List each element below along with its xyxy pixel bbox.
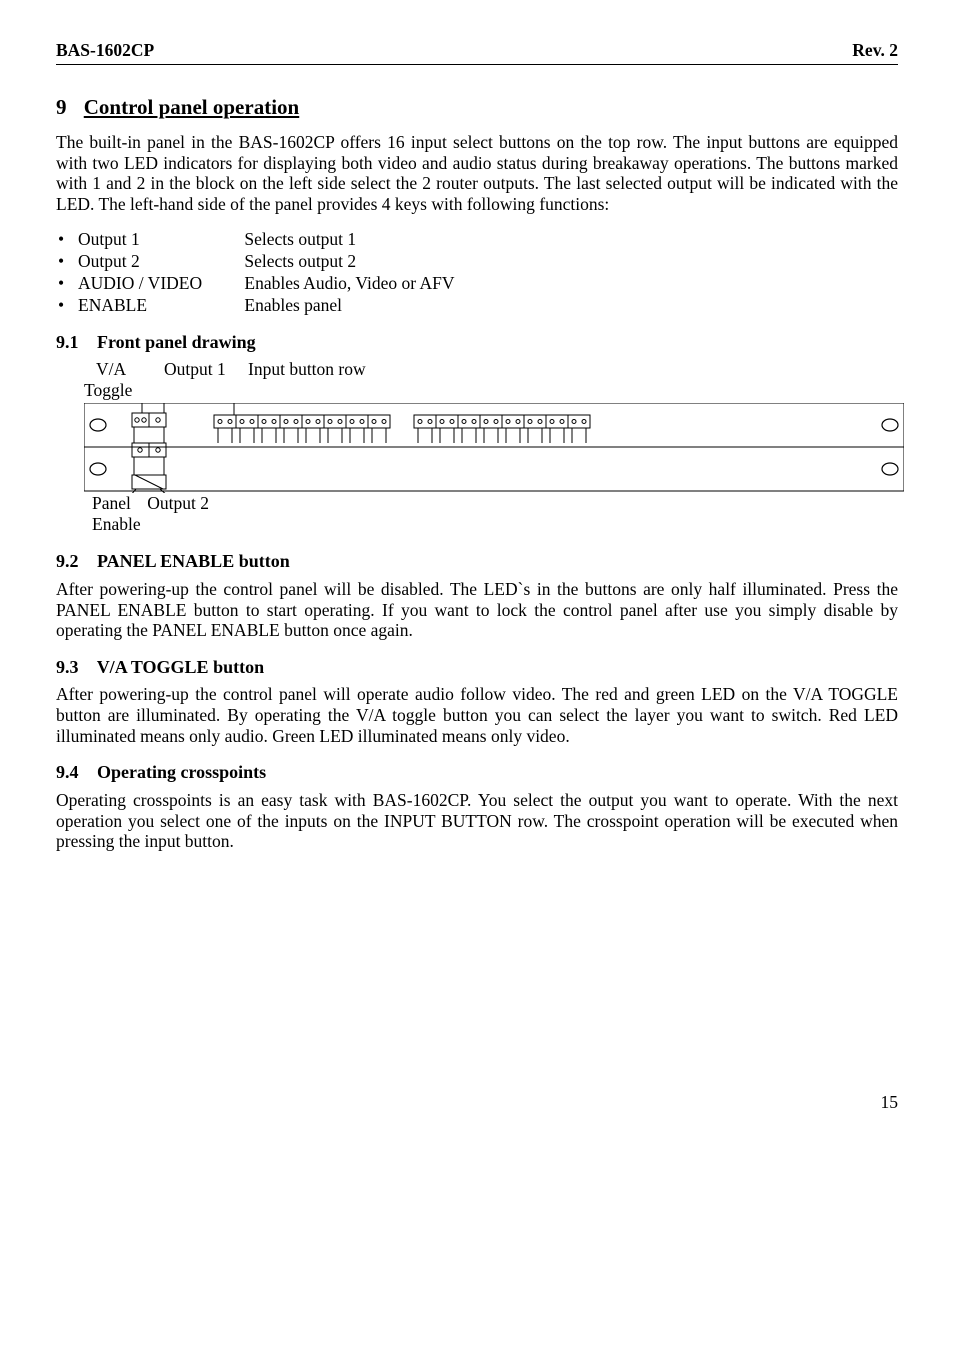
bullet-audio-video: AUDIO / VIDEO Enables Audio, Video or AF…: [58, 273, 898, 294]
subsection-9-4-heading: 9.4 Operating crosspoints: [56, 762, 898, 784]
figure-label-output1: Output 1: [164, 359, 238, 380]
subsection-9-2-body: After powering-up the control panel will…: [56, 579, 898, 641]
section-9-number: 9: [56, 95, 67, 119]
subsection-9-3-number: 9.3: [56, 657, 79, 677]
subsection-9-2-heading: 9.2 PANEL ENABLE button: [56, 551, 898, 573]
bullet-desc: Enables panel: [244, 295, 342, 315]
subsection-9-3-title: V/A TOGGLE button: [97, 657, 264, 677]
section-9-heading: 9 Control panel operation: [56, 95, 898, 120]
bullet-enable: ENABLE Enables panel: [58, 295, 898, 316]
front-panel-figure: V/A Output 1 Input button row Toggle: [84, 359, 898, 535]
figure-label-input-button-row: Input button row: [248, 359, 366, 380]
subsection-9-4-number: 9.4: [56, 762, 79, 782]
bullet-term: Output 1: [78, 229, 240, 250]
figure-label-output2: Output 2: [147, 493, 209, 513]
subsection-9-1-title: Front panel drawing: [97, 332, 256, 352]
page-number: 15: [56, 1092, 898, 1113]
header-rev: Rev. 2: [852, 40, 898, 61]
subsection-9-3-heading: 9.3 V/A TOGGLE button: [56, 657, 898, 679]
bullet-output1: Output 1 Selects output 1: [58, 229, 898, 250]
page-header: BAS-1602CP Rev. 2: [56, 40, 898, 65]
subsection-9-2-title: PANEL ENABLE button: [97, 551, 290, 571]
section-9-title: Control panel operation: [84, 95, 299, 119]
bullet-desc: Selects output 2: [244, 251, 356, 271]
subsection-9-2-number: 9.2: [56, 551, 79, 571]
bullet-desc: Selects output 1: [244, 229, 356, 249]
subsection-9-1-number: 9.1: [56, 332, 79, 352]
subsection-9-4-body: Operating crosspoints is an easy task wi…: [56, 790, 898, 852]
subsection-9-1-heading: 9.1 Front panel drawing: [56, 332, 898, 354]
subsection-9-3-body: After powering-up the control panel will…: [56, 684, 898, 746]
figure-label-panel: Panel: [92, 493, 131, 513]
figure-label-va: V/A: [96, 359, 154, 380]
figure-label-toggle: Toggle: [84, 380, 132, 400]
bullet-term: Output 2: [78, 251, 240, 272]
section-9-bullet-list: Output 1 Selects output 1 Output 2 Selec…: [56, 229, 898, 316]
bullet-output2: Output 2 Selects output 2: [58, 251, 898, 272]
bullet-term: AUDIO / VIDEO: [78, 273, 240, 294]
front-panel-diagram-icon: [84, 403, 904, 493]
subsection-9-4-title: Operating crosspoints: [97, 762, 266, 782]
section-9-intro: The built-in panel in the BAS-1602CP off…: [56, 132, 898, 215]
bullet-desc: Enables Audio, Video or AFV: [244, 273, 454, 293]
header-product: BAS-1602CP: [56, 40, 154, 61]
bullet-term: ENABLE: [78, 295, 240, 316]
figure-label-enable: Enable: [92, 514, 898, 535]
